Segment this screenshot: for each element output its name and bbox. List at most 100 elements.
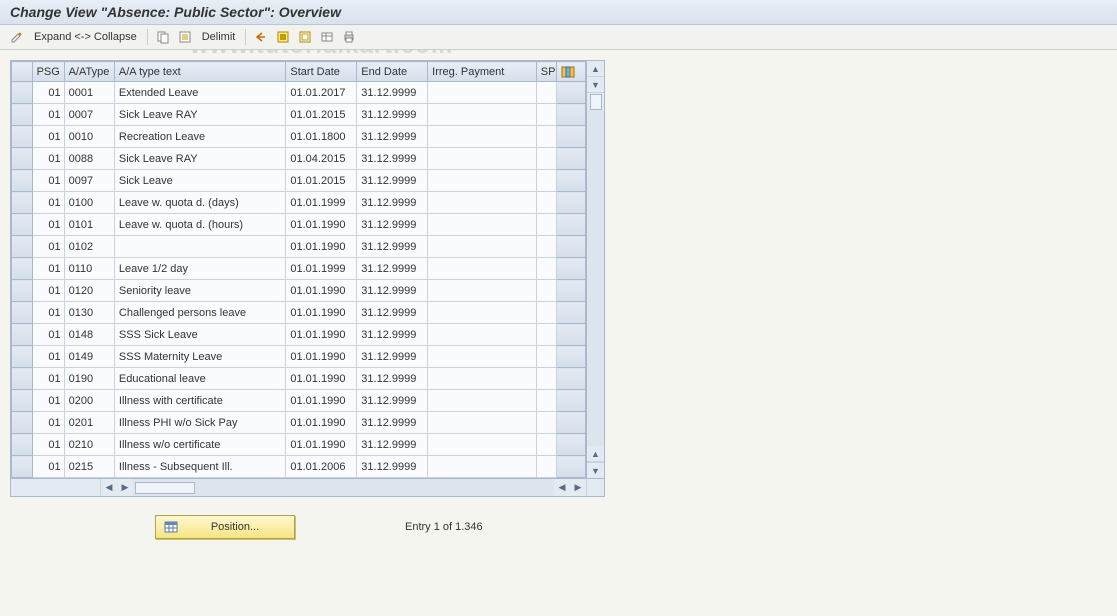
cell-end[interactable]: 31.12.9999 [357,390,428,412]
cell-end[interactable]: 31.12.9999 [357,412,428,434]
cell-psg[interactable]: 01 [32,456,64,478]
cell-end[interactable]: 31.12.9999 [357,148,428,170]
cell-irreg[interactable] [428,302,537,324]
cell-text[interactable] [114,236,286,258]
table-row[interactable]: 010100Leave w. quota d. (days)01.01.1999… [12,192,586,214]
cell-start[interactable]: 01.01.1999 [286,258,357,280]
cell-end[interactable]: 31.12.9999 [357,214,428,236]
cell-sp[interactable] [536,302,557,324]
cell-text[interactable]: Leave 1/2 day [114,258,286,280]
cell-text[interactable]: Illness with certificate [114,390,286,412]
cell-end[interactable]: 31.12.9999 [357,170,428,192]
print-icon[interactable] [340,28,358,46]
table-row[interactable]: 010190Educational leave01.01.199031.12.9… [12,368,586,390]
row-selector[interactable] [12,148,33,170]
cell-end[interactable]: 31.12.9999 [357,236,428,258]
cell-end[interactable]: 31.12.9999 [357,280,428,302]
cell-end[interactable]: 31.12.9999 [357,82,428,104]
cell-end[interactable]: 31.12.9999 [357,456,428,478]
scroll-up-icon[interactable]: ▲ [587,61,604,77]
cell-start[interactable]: 01.01.1990 [286,390,357,412]
row-selector[interactable] [12,126,33,148]
cell-sp[interactable] [536,280,557,302]
cell-irreg[interactable] [428,346,537,368]
cell-start[interactable]: 01.01.1990 [286,214,357,236]
table-row[interactable]: 010007Sick Leave RAY01.01.201531.12.9999 [12,104,586,126]
row-selector-header[interactable] [12,62,33,82]
col-start-header[interactable]: Start Date [286,62,357,82]
cell-end[interactable]: 31.12.9999 [357,104,428,126]
table-row[interactable]: 010215Illness - Subsequent Ill.01.01.200… [12,456,586,478]
deselect-all-icon[interactable] [296,28,314,46]
cell-sp[interactable] [536,214,557,236]
cell-psg[interactable]: 01 [32,434,64,456]
cell-aatype[interactable]: 0210 [64,434,114,456]
select-all-icon[interactable] [274,28,292,46]
col-psg-header[interactable]: PSG [32,62,64,82]
cell-start[interactable]: 01.01.1990 [286,302,357,324]
row-selector[interactable] [12,280,33,302]
cell-sp[interactable] [536,148,557,170]
cell-psg[interactable]: 01 [32,368,64,390]
scroll-down-icon[interactable]: ▼ [587,77,604,93]
table-row[interactable]: 010010Recreation Leave01.01.180031.12.99… [12,126,586,148]
cell-sp[interactable] [536,170,557,192]
col-end-header[interactable]: End Date [357,62,428,82]
cell-aatype[interactable]: 0007 [64,104,114,126]
cell-irreg[interactable] [428,258,537,280]
scroll-right2-icon[interactable]: ▶ [570,479,586,496]
row-selector[interactable] [12,346,33,368]
copy-icon[interactable] [154,28,172,46]
row-selector[interactable] [12,412,33,434]
cell-psg[interactable]: 01 [32,192,64,214]
hscroll-thumb[interactable] [135,482,195,494]
row-selector[interactable] [12,434,33,456]
cell-aatype[interactable]: 0110 [64,258,114,280]
cell-sp[interactable] [536,456,557,478]
row-selector[interactable] [12,104,33,126]
scroll-right-icon[interactable]: ▶ [117,479,133,496]
cell-text[interactable]: Extended Leave [114,82,286,104]
table-row[interactable]: 010210Illness w/o certificate01.01.19903… [12,434,586,456]
cell-sp[interactable] [536,346,557,368]
cell-aatype[interactable]: 0200 [64,390,114,412]
position-button[interactable]: Position... [155,515,295,539]
table-row[interactable]: 010001Extended Leave01.01.201731.12.9999 [12,82,586,104]
col-sp-header[interactable]: SP [536,62,557,82]
cell-psg[interactable]: 01 [32,324,64,346]
cell-end[interactable]: 31.12.9999 [357,192,428,214]
horizontal-scrollbar[interactable]: ◀ ▶ ◀ ▶ [11,478,604,496]
cell-text[interactable]: Illness - Subsequent Ill. [114,456,286,478]
scroll-thumb[interactable] [590,94,602,110]
col-text-header[interactable]: A/A type text [114,62,286,82]
row-selector[interactable] [12,258,33,280]
cell-text[interactable]: Sick Leave RAY [114,104,286,126]
cell-end[interactable]: 31.12.9999 [357,324,428,346]
cell-start[interactable]: 01.01.1990 [286,324,357,346]
cell-text[interactable]: Educational leave [114,368,286,390]
vertical-scrollbar[interactable]: ▲ ▼ ▲ ▼ [586,61,604,478]
row-selector[interactable] [12,214,33,236]
cell-text[interactable]: Recreation Leave [114,126,286,148]
expand-collapse-button[interactable]: Expand <-> Collapse [30,31,141,43]
cell-sp[interactable] [536,104,557,126]
cell-aatype[interactable]: 0149 [64,346,114,368]
cell-psg[interactable]: 01 [32,236,64,258]
cell-psg[interactable]: 01 [32,412,64,434]
table-row[interactable]: 01010201.01.199031.12.9999 [12,236,586,258]
cell-text[interactable]: Illness PHI w/o Sick Pay [114,412,286,434]
table-row[interactable]: 010120Seniority leave01.01.199031.12.999… [12,280,586,302]
cell-start[interactable]: 01.01.2017 [286,82,357,104]
cell-start[interactable]: 01.01.1800 [286,126,357,148]
cell-psg[interactable]: 01 [32,280,64,302]
row-selector[interactable] [12,170,33,192]
cell-irreg[interactable] [428,434,537,456]
cell-text[interactable]: Illness w/o certificate [114,434,286,456]
table-row[interactable]: 010148SSS Sick Leave01.01.199031.12.9999 [12,324,586,346]
table-row[interactable]: 010101Leave w. quota d. (hours)01.01.199… [12,214,586,236]
cell-aatype[interactable]: 0088 [64,148,114,170]
cell-start[interactable]: 01.01.1990 [286,346,357,368]
cell-start[interactable]: 01.01.1990 [286,236,357,258]
cell-irreg[interactable] [428,280,537,302]
cell-irreg[interactable] [428,236,537,258]
